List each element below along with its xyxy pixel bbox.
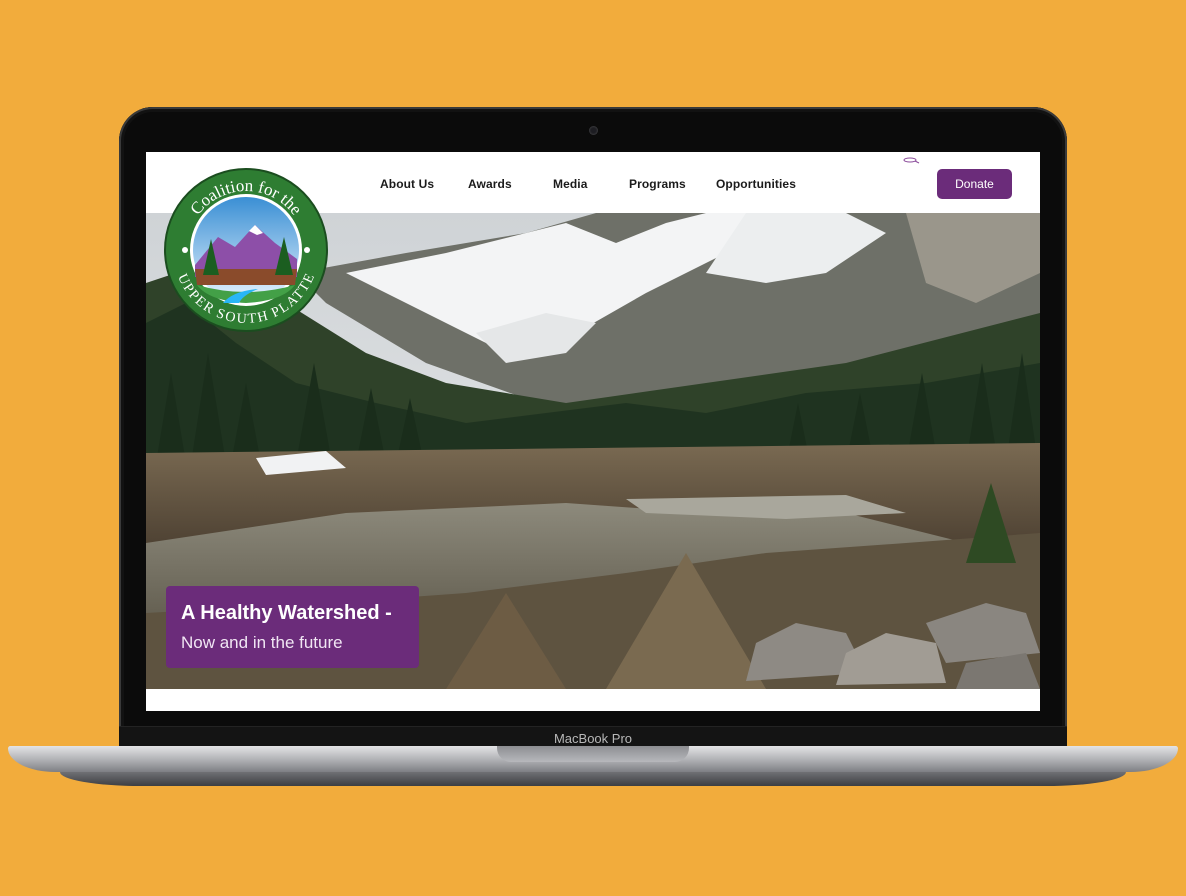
nav-item-opportunities[interactable]: Opportunities — [716, 177, 796, 191]
nav-item-about-us[interactable]: About Us — [380, 177, 434, 191]
browser-screen: About Us Awards Media Programs Opportuni… — [146, 152, 1040, 711]
hero-caption-card: A Healthy Watershed - Now and in the fut… — [166, 586, 419, 668]
nav-item-media[interactable]: Media — [553, 177, 588, 191]
trackpad-notch — [497, 746, 689, 762]
camera-icon — [589, 126, 598, 135]
laptop-lid: About Us Awards Media Programs Opportuni… — [119, 107, 1067, 753]
nav-item-awards[interactable]: Awards — [468, 177, 512, 191]
donate-button[interactable]: Donate — [937, 169, 1012, 199]
laptop-base-foot — [60, 772, 1126, 786]
coalition-logo[interactable]: Coalition for the UPPER SOUTH PLATTE — [163, 167, 329, 333]
hero-subtitle: Now and in the future — [181, 633, 343, 652]
search-icon[interactable] — [901, 152, 921, 170]
nav-item-programs[interactable]: Programs — [629, 177, 686, 191]
model-label: MacBook Pro — [553, 731, 633, 746]
hero-title: A Healthy Watershed - — [181, 602, 392, 624]
